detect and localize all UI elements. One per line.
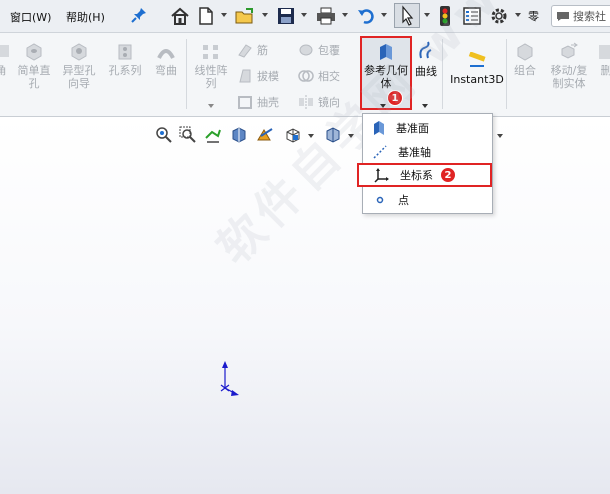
search-box[interactable]: 搜索社 xyxy=(551,5,610,27)
delete-body-button[interactable]: 删 xyxy=(596,42,610,77)
instant3d-label: Instant3D xyxy=(450,73,504,86)
wrap-label: 包覆 xyxy=(318,44,340,57)
menu-help[interactable]: 帮助(H) xyxy=(66,9,105,25)
chevron-down-icon[interactable] xyxy=(348,134,354,138)
hole-series-icon xyxy=(115,42,135,62)
open-folder-icon[interactable] xyxy=(234,4,256,28)
menu-item-label: 基准面 xyxy=(396,122,429,135)
shell-label: 抽壳 xyxy=(257,96,279,109)
delete-body-label: 删 xyxy=(600,64,610,77)
origin-triad-icon xyxy=(220,361,239,396)
linear-pattern-icon xyxy=(201,42,221,62)
chevron-down-icon[interactable] xyxy=(301,13,307,17)
linear-pattern-button[interactable]: 线性阵列 xyxy=(190,42,232,90)
menu-item-axis[interactable]: 基准轴 xyxy=(363,140,492,164)
wrap-icon xyxy=(299,44,313,56)
cut-button[interactable]: 角 xyxy=(0,42,9,77)
print-icon[interactable] xyxy=(315,4,337,28)
combine-button[interactable]: 组合 xyxy=(510,42,540,77)
bend-button[interactable]: 弯曲 xyxy=(150,42,182,77)
new-document-icon[interactable] xyxy=(197,4,215,28)
combine-label: 组合 xyxy=(514,64,536,77)
menu-item-point[interactable]: 点 xyxy=(363,188,492,212)
chevron-down-icon[interactable] xyxy=(262,13,268,17)
coordinate-system-icon xyxy=(374,168,389,183)
menu-item-label: 坐标系 xyxy=(400,169,433,182)
menu-window[interactable]: 窗口(W) xyxy=(10,9,51,25)
bend-label: 弯曲 xyxy=(155,64,177,77)
simple-hole-button[interactable]: 简单直孔 xyxy=(14,42,54,90)
menu-item-plane[interactable]: 基准面 xyxy=(363,116,492,140)
draft-icon xyxy=(239,69,251,83)
ribbon-separator xyxy=(506,39,507,109)
shell-icon xyxy=(238,96,252,109)
menu-item-label: 点 xyxy=(398,194,409,207)
linear-pattern-label: 线性阵列 xyxy=(194,64,228,90)
section-view-icon[interactable] xyxy=(230,124,248,146)
move-copy-label: 移动/复制实体 xyxy=(550,64,588,90)
menu-item-label: 基准轴 xyxy=(398,146,431,159)
chevron-down-icon[interactable] xyxy=(208,104,214,108)
plane-icon xyxy=(374,121,384,135)
chevron-down-icon[interactable] xyxy=(308,134,314,138)
delete-body-icon xyxy=(596,42,610,62)
chat-icon xyxy=(557,12,569,21)
view-orientation-icon[interactable] xyxy=(284,124,302,146)
move-copy-icon xyxy=(559,42,579,62)
chevron-down-icon[interactable] xyxy=(422,104,428,108)
save-icon[interactable] xyxy=(276,4,296,28)
wrap-button[interactable]: 包覆 xyxy=(298,42,340,58)
rib-label: 筋 xyxy=(257,44,268,57)
ribbon-separator xyxy=(186,39,187,109)
intersect-icon xyxy=(298,70,314,82)
undo-icon[interactable] xyxy=(356,4,376,28)
simple-hole-icon xyxy=(24,42,44,62)
cut-icon xyxy=(0,42,14,62)
mirror-icon xyxy=(299,95,313,109)
move-copy-body-button[interactable]: 移动/复制实体 xyxy=(546,42,592,90)
simple-hole-label: 简单直孔 xyxy=(17,64,51,90)
step-badge-2: 2 xyxy=(440,167,456,183)
pin-icon[interactable] xyxy=(130,6,148,24)
chevron-down-icon[interactable] xyxy=(342,13,348,17)
top-bar: 窗口(W) 帮助(H) 零 搜索社 xyxy=(0,0,610,33)
point-icon xyxy=(376,196,384,204)
chevron-down-icon[interactable] xyxy=(381,13,387,17)
rib-button[interactable]: 筋 xyxy=(237,42,268,58)
hole-series-label: 孔系列 xyxy=(108,64,142,77)
hole-wizard-label: 异型孔向导 xyxy=(62,64,96,90)
zoom-to-fit-icon[interactable] xyxy=(155,124,173,146)
quick-access-more[interactable]: 零 xyxy=(528,8,539,24)
hole-wizard-icon xyxy=(69,42,89,62)
cut-label: 角 xyxy=(0,64,7,77)
combine-icon xyxy=(515,42,535,62)
search-label: 搜索社 xyxy=(573,10,606,23)
zoom-area-icon[interactable] xyxy=(179,124,197,146)
chevron-down-icon[interactable] xyxy=(221,13,227,17)
menu-item-coordinate-system[interactable]: 坐标系 xyxy=(357,163,492,187)
dynamic-annotation-icon[interactable] xyxy=(256,124,274,146)
hole-wizard-button[interactable]: 异型孔向导 xyxy=(58,42,100,90)
intersect-label: 相交 xyxy=(318,70,340,83)
intersect-button[interactable]: 相交 xyxy=(298,68,340,84)
draft-label: 拔模 xyxy=(257,70,279,83)
axis-icon xyxy=(373,145,387,159)
bend-icon xyxy=(156,42,176,62)
previous-view-icon[interactable] xyxy=(204,124,222,146)
shell-button[interactable]: 抽壳 xyxy=(237,94,279,110)
chevron-down-icon[interactable] xyxy=(515,13,521,17)
draft-button[interactable]: 拔模 xyxy=(237,68,279,84)
instant3d-icon xyxy=(468,51,486,67)
chevron-down-icon[interactable] xyxy=(497,134,503,138)
reference-geometry-menu: 基准面 基准轴 坐标系 点 xyxy=(357,113,493,214)
hole-series-button[interactable]: 孔系列 xyxy=(104,42,146,77)
home-icon[interactable] xyxy=(170,4,190,28)
display-style-icon[interactable] xyxy=(324,124,342,146)
rib-icon xyxy=(238,44,252,58)
